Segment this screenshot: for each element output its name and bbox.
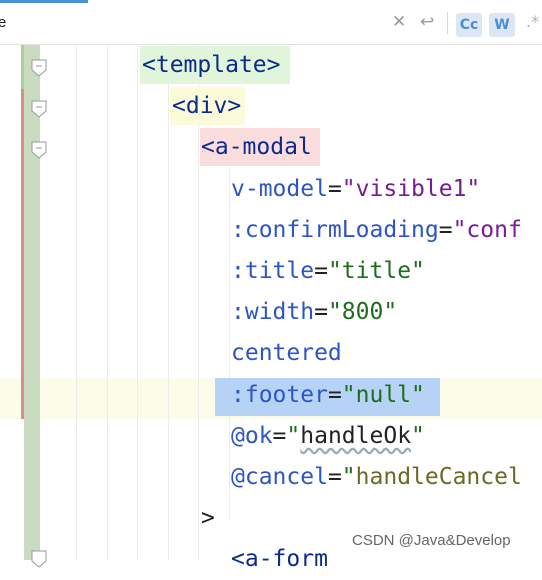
- fold-icon[interactable]: [31, 100, 47, 118]
- indent-guide: [76, 45, 77, 560]
- separator: [447, 12, 448, 34]
- indent-guide: [137, 45, 138, 560]
- code-line: :footer="null": [231, 382, 425, 408]
- indent-guide: [229, 169, 230, 519]
- code-line: @cancel="handleCancel: [231, 464, 522, 490]
- clear-icon[interactable]: ✕: [392, 12, 406, 32]
- vcs-gutter: [24, 45, 40, 560]
- new-line-icon[interactable]: ↩: [420, 12, 434, 32]
- code-line: :title="title": [231, 258, 425, 284]
- fold-icon[interactable]: [31, 59, 47, 77]
- code-line: :confirmLoading="conf: [231, 217, 522, 243]
- vcs-changed-marker: [21, 89, 24, 419]
- match-case-button[interactable]: Cc: [456, 13, 482, 37]
- regex-icon[interactable]: .*: [526, 12, 539, 31]
- indent-guide: [168, 45, 169, 560]
- code-line: <div>: [172, 93, 242, 119]
- code-line: v-model="visible1": [231, 176, 481, 202]
- code-line: <a-modal: [201, 134, 312, 160]
- code-line: @ok="handleOk": [231, 423, 425, 449]
- vcs-added-marker: [21, 45, 24, 89]
- code-editor[interactable]: <template> <div> <a-modal v-model="visib…: [0, 45, 542, 572]
- find-bar: e ✕ ↩ Cc W .*: [0, 0, 542, 45]
- whole-words-button[interactable]: W: [489, 13, 515, 37]
- code-line: :width="800": [231, 299, 398, 325]
- watermark: CSDN @Java&Develop: [352, 532, 511, 549]
- code-line: centered: [231, 340, 342, 366]
- indent-guide: [107, 45, 108, 560]
- code-line: >: [201, 505, 215, 531]
- tab-indicator: [0, 0, 88, 3]
- fold-icon[interactable]: [31, 141, 47, 159]
- code-line: <template>: [142, 52, 281, 78]
- search-input[interactable]: e: [0, 14, 6, 31]
- fold-icon[interactable]: [31, 550, 47, 568]
